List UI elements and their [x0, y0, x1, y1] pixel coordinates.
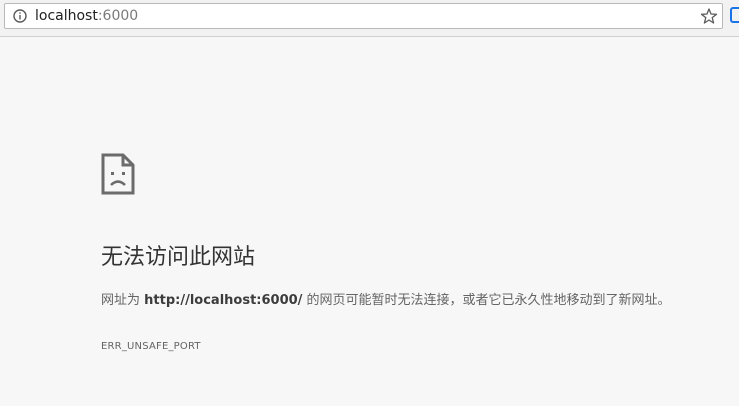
- address-bar[interactable]: localhost:6000: [4, 3, 723, 29]
- star-icon[interactable]: [700, 7, 718, 25]
- error-code: ERR_UNSAFE_PORT: [101, 341, 201, 352]
- address-url[interactable]: localhost:6000: [35, 8, 138, 24]
- extension-icon[interactable]: [730, 7, 739, 23]
- info-icon[interactable]: [13, 9, 27, 23]
- url-port: :6000: [97, 8, 139, 24]
- url-host: localhost: [35, 8, 98, 24]
- description-suffix: 的网页可能暂时无法连接，或者它已永久性地移动到了新网址。: [302, 293, 671, 308]
- error-description: 网址为 http://localhost:6000/ 的网页可能暂时无法连接，或…: [101, 289, 713, 312]
- error-title: 无法访问此网站: [101, 245, 256, 270]
- sad-document-icon: [101, 153, 135, 195]
- error-url: http://localhost:6000/: [144, 293, 303, 308]
- description-prefix: 网址为: [101, 293, 145, 308]
- browser-toolbar: localhost:6000: [0, 0, 739, 37]
- error-content: 无法访问此网站 网址为 http://localhost:6000/ 的网页可能…: [101, 153, 721, 352]
